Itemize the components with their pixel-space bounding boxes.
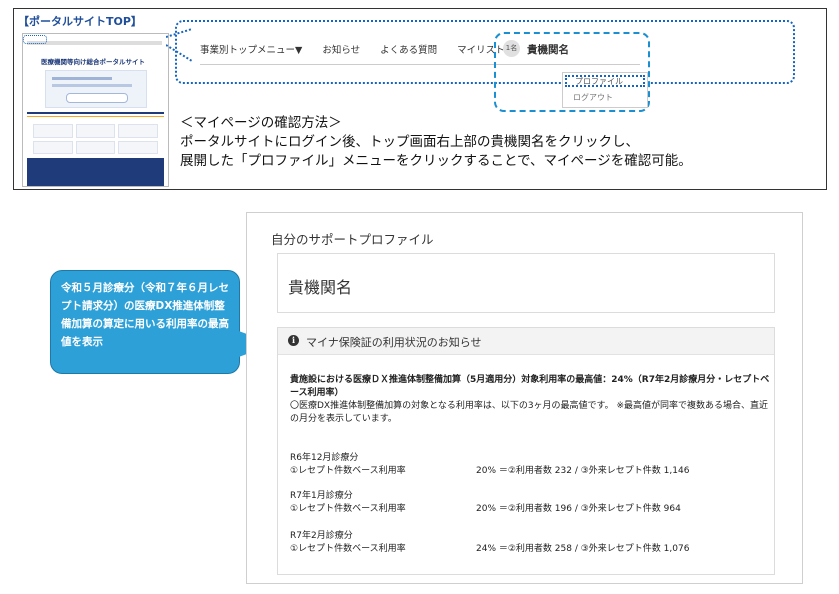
thumbnail-highlight (23, 35, 47, 44)
nav-faq[interactable]: よくある質問 (380, 42, 437, 56)
rate-label: ①レセプト件数ベース利用率 (290, 466, 406, 476)
notice-header: i マイナ保険証の利用状況のお知らせ (278, 328, 774, 355)
page-title: 自分のサポートプロファイル (271, 232, 434, 247)
profile-panel: 自分のサポートプロファイル 貴機関名 i マイナ保険証の利用状況のお知らせ 貴施… (246, 212, 803, 584)
month-label: R6年12月診療分 (290, 453, 359, 463)
dropdown-profile-item[interactable]: プロファイル (565, 75, 645, 87)
avatar[interactable]: 1名 (503, 40, 520, 57)
callout-bubble: 令和５月診療分（令和７年６月レセプト請求分）の医療DX推進体制整備加算の算定に用… (50, 270, 240, 374)
month-label: R7年2月診療分 (290, 531, 353, 541)
rate-value: 20% ＝②利用者数 196 / ③外来レセプト件数 964 (476, 504, 681, 514)
portal-thumbnail: 医療機関等向け総合ポータルサイト (22, 33, 169, 187)
thumbnail-title: 医療機関等向け総合ポータルサイト (41, 58, 145, 66)
nav-news[interactable]: お知らせ (322, 42, 360, 56)
notice-body: 貴施設における医療ＤＸ推進体制整備加算（5月適用分）対象利用率の最高値：24%（… (290, 374, 770, 426)
rate-value: 20% ＝②利用者数 232 / ③外来レセプト件数 1,146 (476, 466, 690, 476)
month-label: R7年1月診療分 (290, 491, 353, 501)
portal-top-label: 【ポータルサイトTOP】 (18, 15, 142, 28)
portal-nav: 事業別トップメニュー▼ お知らせ よくある質問 マイリスト▼ (200, 42, 512, 56)
max-rate-line: 貴施設における医療ＤＸ推進体制整備加算（5月適用分）対象利用率の最高値：24%（… (290, 375, 770, 398)
rate-label: ①レセプト件数ベース利用率 (290, 544, 406, 554)
rate-label: ①レセプト件数ベース利用率 (290, 504, 406, 514)
info-icon: i (288, 335, 299, 346)
user-dropdown: プロファイル ログアウト (562, 72, 648, 108)
rate-value: 24% ＝②利用者数 258 / ③外来レセプト件数 1,076 (476, 544, 690, 554)
org-name-menu[interactable]: 貴機関名 (527, 42, 569, 57)
nav-business-menu[interactable]: 事業別トップメニュー▼ (200, 42, 302, 56)
dropdown-logout-item[interactable]: ログアウト (573, 92, 613, 103)
notice-card: i マイナ保険証の利用状況のお知らせ 貴施設における医療ＤＸ推進体制整備加算（5… (277, 327, 775, 575)
howto-text: ＜マイページの確認方法＞ ポータルサイトにログイン後、トップ画面右上部の貴機関名… (180, 115, 692, 169)
notice-title: マイナ保険証の利用状況のお知らせ (306, 336, 482, 349)
org-name-box: 貴機関名 (277, 253, 775, 313)
org-name-text: 貴機関名 (288, 278, 353, 297)
notice-description: 〇医療DX推進体制整備加算の対象となる利用率は、以下の3ヶ月の最高値です。 ※最… (290, 401, 769, 424)
